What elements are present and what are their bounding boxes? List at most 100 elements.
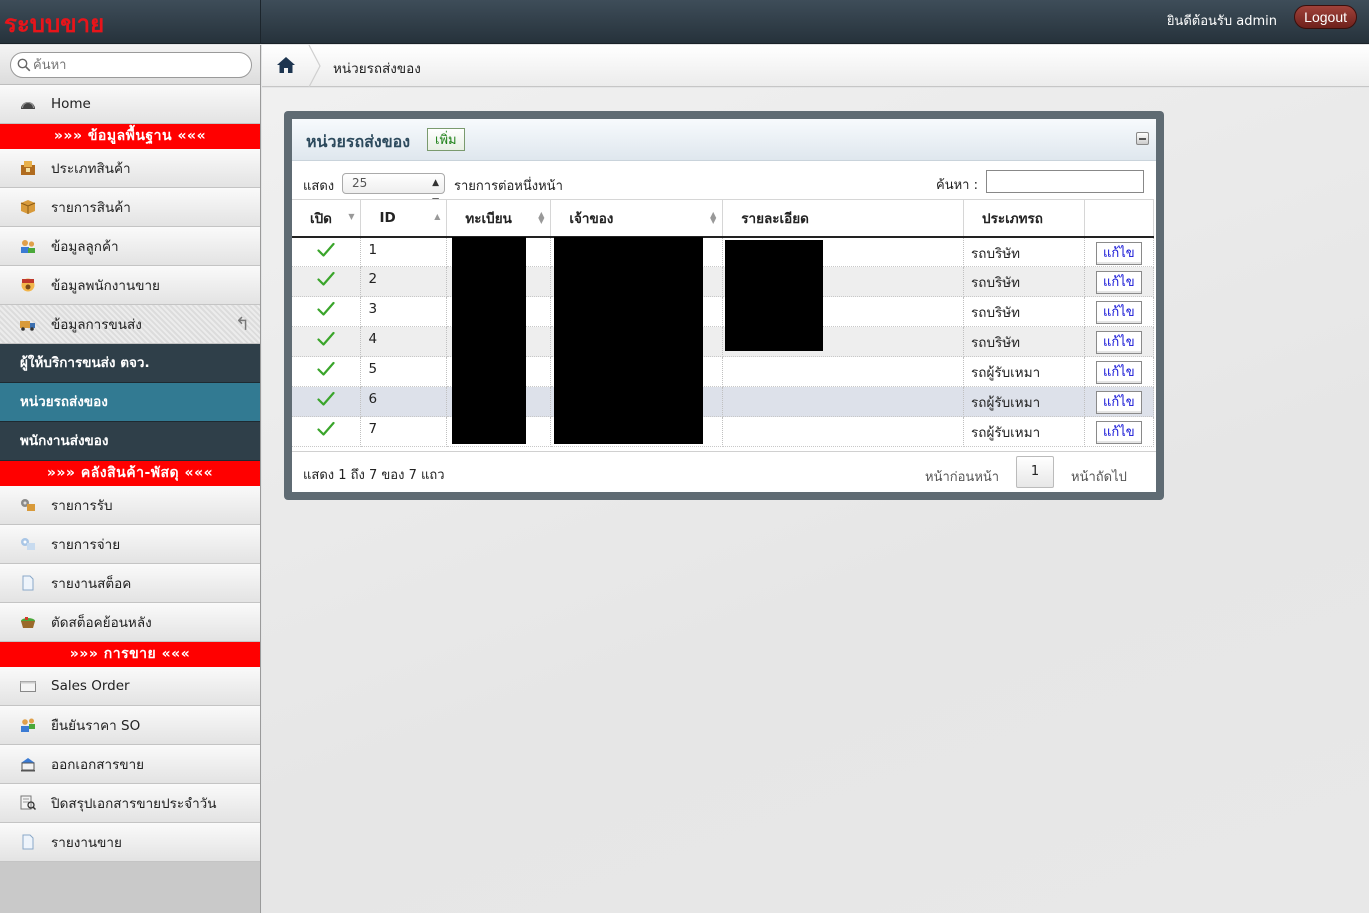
search-field[interactable] <box>10 52 252 78</box>
search-input[interactable] <box>33 56 243 74</box>
id-cell: 5 <box>360 356 448 387</box>
id-cell: 2 <box>360 266 448 297</box>
actions-cell: แก้ไข <box>1084 386 1155 417</box>
per-page-label: รายการต่อหนึ่งหน้า <box>454 179 563 194</box>
sidebar-item-sales-order[interactable]: Sales Order <box>0 667 260 706</box>
sidebar-item-label: รายงานขาย <box>51 835 122 851</box>
breadcrumb-separator <box>308 45 321 87</box>
actions-cell: แก้ไข <box>1084 296 1155 327</box>
issue-icon <box>21 538 35 550</box>
edit-button[interactable]: แก้ไข <box>1095 361 1142 384</box>
sidebar-item-label: ประเภทสินค้า <box>51 161 131 177</box>
page-size-select[interactable]: 25 ▲▼ <box>342 173 445 207</box>
document-icon <box>22 575 34 591</box>
check-icon <box>317 421 335 436</box>
home-icon[interactable] <box>276 56 296 74</box>
sidebar-item-confirm-price[interactable]: ยืนยันราคา SO <box>0 706 260 745</box>
breadcrumb: หน่วยรถส่งของ <box>262 45 1369 87</box>
sidebar-item-issue-docs[interactable]: ออกเอกสารขาย <box>0 745 260 784</box>
check-icon <box>317 361 335 376</box>
check-icon <box>317 271 335 286</box>
sidebar-subitem-delivery-staff[interactable]: พนักงานส่งของ <box>0 422 260 461</box>
truck-icon <box>20 321 35 331</box>
collapse-icon[interactable] <box>1136 132 1149 145</box>
redacted-details <box>725 240 823 351</box>
sidebar-item-salespeople[interactable]: ข้อมูลพนักงานขาย <box>0 266 260 305</box>
sidebar-item-products[interactable]: รายการสินค้า <box>0 188 260 227</box>
edit-button[interactable]: แก้ไข <box>1095 391 1142 414</box>
check-icon <box>317 391 335 406</box>
window-icon <box>20 681 36 692</box>
details-cell <box>722 356 965 387</box>
edit-button[interactable]: แก้ไข <box>1095 241 1142 265</box>
filter-input[interactable] <box>986 170 1144 193</box>
sidebar-item-label: รายงานสต็อค <box>51 576 132 592</box>
column-header-owner[interactable]: เจ้าของ ▲ ▼ <box>550 199 724 238</box>
column-header-plate[interactable]: ทะเบียน ▲ ▼ <box>446 199 552 238</box>
panel-title: หน่วยรถส่งของ <box>306 132 411 151</box>
active-cell <box>292 236 362 267</box>
sidebar-item-label: ตัดสต็อคย้อนหลัง <box>51 615 152 631</box>
edit-button[interactable]: แก้ไข <box>1095 301 1142 324</box>
vehicle-type-cell: รถบริษัท <box>963 266 1085 297</box>
vehicle-type-cell: รถผู้รับเหมา <box>963 416 1085 447</box>
sidebar-item-transport[interactable]: ข้อมูลการขนส่ง ↰ <box>0 305 260 344</box>
column-header-active[interactable]: เปิด ▼ <box>292 199 362 238</box>
sidebar-item-label: รายการรับ <box>51 498 113 514</box>
table-controls: แสดง 25 ▲▼ รายการต่อหนึ่งหน้า ค้นหา : <box>292 161 1156 207</box>
sidebar-item-receive[interactable]: รายการรับ <box>0 486 260 525</box>
customers-icon <box>21 240 35 253</box>
sidebar-item-home[interactable]: Home <box>0 85 260 124</box>
sidebar-item-daily-close[interactable]: ปิดสรุปเอกสารขายประจำวัน <box>0 784 260 823</box>
sidebar-item-stock-report[interactable]: รายงานสต็อค <box>0 564 260 603</box>
sidebar-item-stock-cutoff[interactable]: ตัดสต็อคย้อนหลัง <box>0 603 260 642</box>
table-row: 6 รถผู้รับเหมา แก้ไข <box>292 386 1155 417</box>
edit-button[interactable]: แก้ไข <box>1095 421 1142 444</box>
sidebar-item-product-types[interactable]: ประเภทสินค้า <box>0 149 260 188</box>
sidebar-item-customers[interactable]: ข้อมูลลูกค้า <box>0 227 260 266</box>
page-size-value: 25 <box>352 176 368 190</box>
collapse-up-icon[interactable]: ↰ <box>235 314 250 335</box>
redacted-owner <box>554 237 703 444</box>
active-cell <box>292 356 362 387</box>
sort-both-icon: ▲ ▼ <box>538 210 545 225</box>
next-page-button[interactable]: หน้าถัดไป <box>1071 466 1127 487</box>
actions-cell: แก้ไข <box>1084 236 1155 267</box>
logout-button[interactable]: Logout <box>1294 5 1357 29</box>
sidebar-item-label: ข้อมูลการขนส่ง <box>51 317 142 333</box>
sidebar-item-label: ข้อมูลพนักงานขาย <box>51 278 160 294</box>
brand: ระบบขาย <box>0 0 261 44</box>
table-row: 2 รถบริษัท แก้ไข <box>292 266 1155 297</box>
sidebar-item-issue[interactable]: รายการจ่าย <box>0 525 260 564</box>
actions-cell: แก้ไข <box>1084 416 1155 447</box>
panel-header: หน่วยรถส่งของ เพิ่ม <box>292 119 1156 161</box>
edit-button[interactable]: แก้ไข <box>1095 331 1142 354</box>
sidebar-item-label: ออกเอกสารขาย <box>51 757 145 773</box>
sidebar-item-label: ยืนยันราคา SO <box>51 718 141 734</box>
sidebar-item-sales-report[interactable]: รายงานขาย <box>0 823 260 862</box>
report-search-icon <box>20 795 37 811</box>
delivery-trucks-panel: หน่วยรถส่งของ เพิ่ม แสดง 25 ▲▼ รายการต่อ… <box>284 111 1164 500</box>
sidebar-subitem-delivery-trucks[interactable]: หน่วยรถส่งของ <box>0 383 260 422</box>
sidebar-item-label: ปิดสรุปเอกสารขายประจำวัน <box>51 796 217 812</box>
edit-button[interactable]: แก้ไข <box>1095 271 1142 294</box>
document-icon <box>22 834 34 850</box>
table-row: 1 รถบริษัท แก้ไข <box>292 236 1155 267</box>
column-header-id[interactable]: ID ▲ <box>360 199 448 238</box>
previous-page-button[interactable]: หน้าก่อนหน้า <box>925 466 999 487</box>
check-icon <box>317 331 335 346</box>
column-header-actions <box>1084 199 1155 238</box>
details-cell <box>722 416 965 447</box>
add-button[interactable]: เพิ่ม <box>427 128 465 151</box>
check-icon <box>317 301 335 316</box>
dashboard-icon <box>21 102 35 109</box>
active-cell <box>292 296 362 327</box>
sidebar-subitem-providers[interactable]: ผู้ให้บริการขนส่ง ตจว. <box>0 344 260 383</box>
page-number-button[interactable]: 1 <box>1016 456 1054 488</box>
salesperson-icon <box>21 278 35 292</box>
id-cell: 7 <box>360 416 448 447</box>
actions-cell: แก้ไข <box>1084 266 1155 297</box>
section-header-stock: »»» คลังสินค้า-พัสดุ ««« <box>0 461 260 486</box>
sort-both-icon: ▲ ▼ <box>710 210 717 225</box>
id-cell: 4 <box>360 326 448 357</box>
